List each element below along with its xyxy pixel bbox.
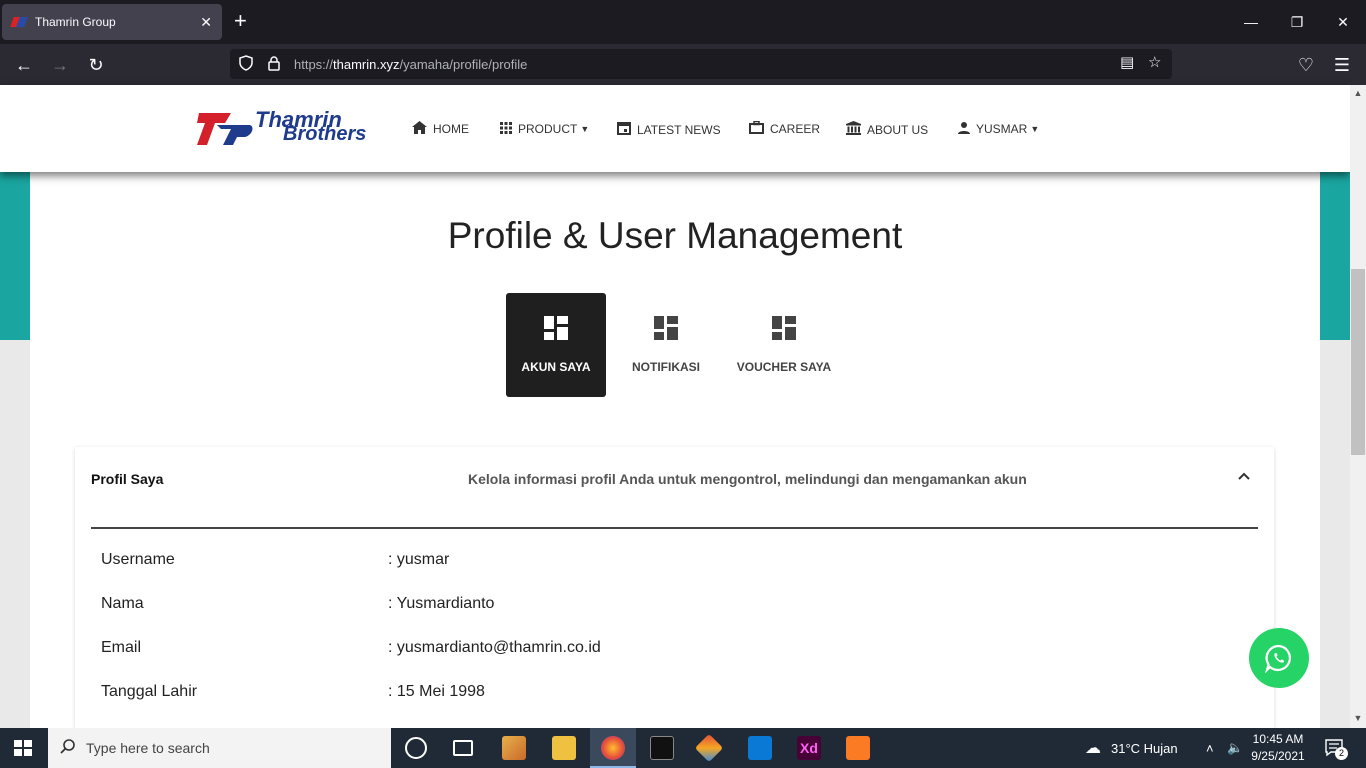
user-icon	[958, 121, 970, 137]
show-hidden-icons-chevron-icon[interactable]: ˄	[1206, 728, 1214, 768]
tab-akun-saya-label: AKUN SAYA	[521, 360, 591, 374]
tab-akun-saya[interactable]: AKUN SAYA	[506, 293, 606, 397]
cortana-icon[interactable]	[405, 737, 427, 759]
row-label: Username	[101, 551, 175, 568]
dashboard-icon	[544, 316, 568, 340]
app-menu-button[interactable]: ☰	[1327, 50, 1357, 80]
nav-career[interactable]: CAREER	[749, 120, 821, 137]
nav-product[interactable]: PRODUCT ▼	[500, 121, 589, 137]
taskbar-clock[interactable]: 10:45 AM 9/25/2021	[1245, 731, 1311, 765]
thamrin-brothers-logo[interactable]: Thamrin Brothers	[197, 107, 382, 149]
row-value: : 15 Mei 1998	[388, 683, 485, 700]
close-window-button[interactable]: ✕	[1320, 0, 1366, 44]
row-value: : Yusmardianto	[388, 595, 495, 612]
nav-career-label: CAREER	[770, 122, 821, 136]
chevron-down-icon: ▼	[1030, 124, 1040, 134]
restore-window-button[interactable]: ❐	[1274, 0, 1320, 44]
profile-card-title: Profil Saya	[91, 471, 164, 487]
paint-app-icon[interactable]	[502, 736, 526, 760]
site-favicon-icon	[10, 15, 28, 29]
page-title: Profile & User Management	[447, 215, 903, 256]
whatsapp-chat-button[interactable]	[1249, 628, 1309, 688]
row-label: Tanggal Lahir	[101, 683, 198, 700]
xampp-icon[interactable]	[846, 736, 870, 760]
browser-tab[interactable]: Thamrin Group ✕	[2, 4, 222, 40]
close-tab-icon[interactable]: ✕	[200, 14, 212, 31]
forward-button[interactable]: →	[45, 50, 75, 80]
git-client-icon[interactable]	[694, 733, 724, 763]
grid-icon	[500, 121, 512, 137]
row-label: Email	[101, 639, 142, 656]
chevron-up-icon[interactable]	[1238, 467, 1250, 485]
notification-count-badge: 2	[1335, 747, 1348, 760]
nav-user-menu[interactable]: YUSMAR ▼	[958, 121, 1039, 137]
profile-card: Profil Saya Kelola informasi profil Anda…	[75, 447, 1274, 728]
logo-text-brothers: Brothers	[283, 123, 367, 145]
bookmark-star-icon[interactable]: ☆	[1148, 53, 1161, 71]
calendar-icon	[617, 121, 631, 138]
nav-product-label: PRODUCT	[518, 122, 578, 136]
tab-voucher-saya-label: VOUCHER SAYA	[736, 360, 832, 374]
minimize-window-button[interactable]: —	[1228, 0, 1274, 44]
row-value: : yusmardianto@thamrin.co.id	[388, 639, 601, 656]
shield-icon[interactable]	[232, 54, 260, 74]
logo-mark-icon	[197, 113, 253, 145]
address-bar[interactable]: https://thamrin.xyz/yamaha/profile/profi…	[230, 49, 1172, 79]
dashboard-icon	[654, 316, 678, 340]
weather-widget[interactable]: ☁ 31°C Hujan	[1085, 728, 1178, 768]
row-label: Nama	[101, 595, 144, 612]
nav-user-label: YUSMAR	[976, 122, 1028, 136]
windows-start-icon[interactable]	[14, 740, 32, 756]
weather-text: 31°C Hujan	[1111, 740, 1178, 756]
whatsapp-icon	[1265, 644, 1291, 673]
terminal-icon[interactable]	[650, 736, 674, 760]
windows-taskbar: Type here to search Xd ☁ 31°C Hujan ˄ 🔈 …	[0, 728, 1366, 768]
weather-cloud-icon: ☁	[1085, 740, 1101, 757]
clock-date: 9/25/2021	[1251, 749, 1305, 763]
search-placeholder: Type here to search	[86, 740, 210, 756]
lock-icon[interactable]	[260, 55, 288, 74]
taskbar-search-box[interactable]: Type here to search	[48, 728, 391, 768]
nav-latest-news-label: LATEST NEWS	[637, 122, 721, 137]
bank-icon	[846, 121, 861, 138]
url-text[interactable]: https://thamrin.xyz/yamaha/profile/profi…	[294, 57, 527, 72]
row-value: : yusmar	[388, 551, 450, 568]
reader-view-icon[interactable]: ▤	[1120, 53, 1134, 71]
browser-tab-strip: Thamrin Group ✕ + — ❐ ✕	[0, 0, 1366, 44]
profile-card-description: Kelola informasi profil Anda untuk mengo…	[468, 471, 1027, 487]
vscode-icon[interactable]	[748, 736, 772, 760]
nav-about-us-label: ABOUT US	[867, 122, 929, 137]
pocket-icon[interactable]: ♡	[1291, 50, 1321, 80]
adobe-xd-icon[interactable]: Xd	[797, 736, 821, 760]
new-tab-button[interactable]: +	[234, 9, 247, 33]
divider	[91, 527, 1258, 529]
reload-button[interactable]: ↻	[81, 50, 111, 80]
speaker-icon[interactable]: 🔈	[1227, 728, 1243, 768]
back-button[interactable]: ←	[9, 50, 39, 80]
notification-center-icon[interactable]: 2	[1325, 728, 1348, 768]
briefcase-icon	[749, 120, 764, 137]
tab-title: Thamrin Group	[35, 15, 116, 29]
file-explorer-icon[interactable]	[552, 736, 576, 760]
chevron-down-icon: ▼	[580, 124, 590, 134]
scroll-down-arrow-icon[interactable]: ▼	[1350, 713, 1366, 723]
tab-notifikasi[interactable]: NOTIFIKASI	[626, 293, 706, 397]
task-view-icon[interactable]	[453, 740, 473, 756]
nav-latest-news[interactable]: LATEST NEWS	[617, 121, 721, 138]
dashboard-icon	[772, 316, 796, 340]
tab-voucher-saya[interactable]: VOUCHER SAYA	[734, 293, 834, 397]
page-scrollbar[interactable]: ▲ ▼	[1350, 85, 1366, 728]
scroll-up-arrow-icon[interactable]: ▲	[1350, 88, 1366, 98]
search-icon	[60, 738, 76, 758]
scrollbar-thumb[interactable]	[1351, 269, 1365, 455]
tab-notifikasi-label: NOTIFIKASI	[632, 360, 700, 374]
nav-home[interactable]: HOME	[412, 121, 469, 137]
clock-time: 10:45 AM	[1252, 732, 1304, 746]
nav-about-us[interactable]: ABOUT US	[846, 121, 928, 138]
nav-home-label: HOME	[433, 122, 469, 136]
firefox-icon[interactable]	[601, 736, 625, 760]
site-header: Thamrin Brothers HOME PRODUCT ▼ LATEST N…	[0, 85, 1350, 172]
home-icon	[412, 121, 427, 137]
